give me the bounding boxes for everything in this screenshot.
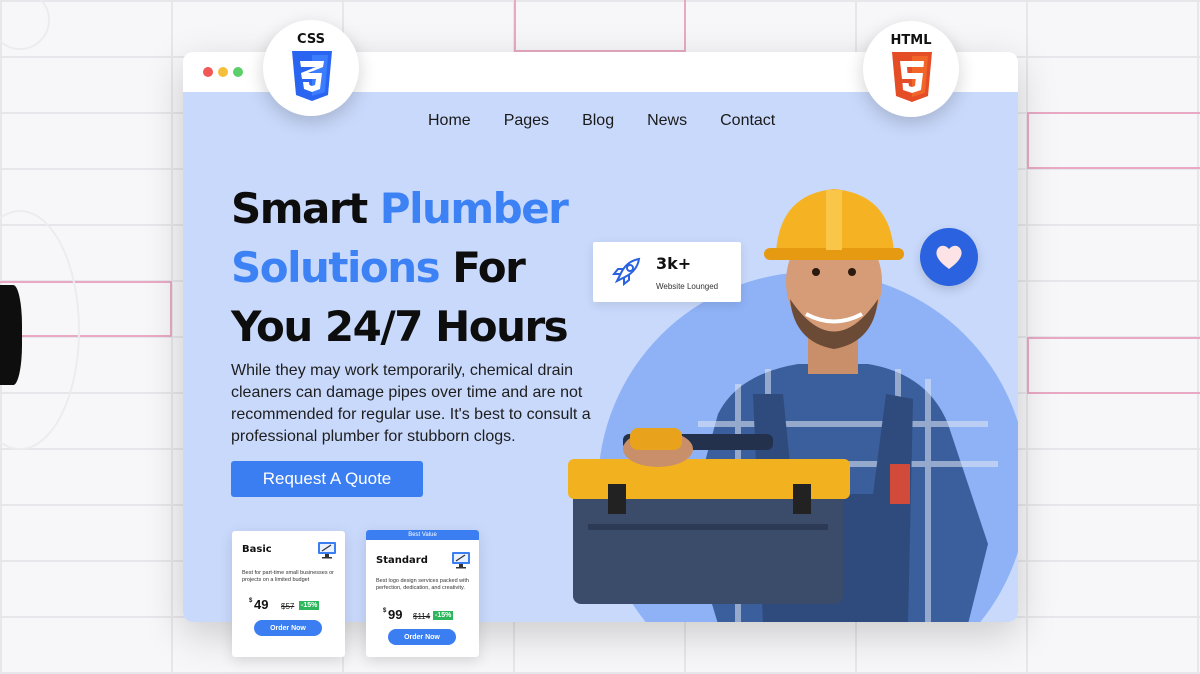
bg-highlight-cell xyxy=(1027,337,1200,394)
plan-old-price: $114 xyxy=(413,612,431,621)
design-monitor-icon xyxy=(452,552,470,569)
bg-highlight-cell xyxy=(514,0,686,52)
nav-pages[interactable]: Pages xyxy=(504,112,549,130)
nav-contact[interactable]: Contact xyxy=(720,112,775,130)
css3-icon xyxy=(292,51,332,101)
plan-price: 99 xyxy=(388,607,403,622)
headline-hours: You 24/7 Hours xyxy=(231,302,569,351)
plan-currency: $ xyxy=(383,608,387,614)
maximize-dot[interactable] xyxy=(233,67,243,77)
css-label: CSS xyxy=(297,32,325,47)
plan-currency: $ xyxy=(249,598,253,604)
headline-solutions: Solutions xyxy=(231,243,441,292)
plan-price: 49 xyxy=(254,597,269,612)
request-quote-button[interactable]: Request A Quote xyxy=(231,461,423,497)
favorite-button[interactable] xyxy=(920,228,978,286)
order-now-button[interactable]: Order Now xyxy=(254,620,322,636)
bg-highlight-cell xyxy=(1027,112,1200,169)
bg-dark-shape xyxy=(0,285,22,385)
plan-title: Basic xyxy=(242,544,272,555)
plan-discount-badge: -15% xyxy=(433,611,454,620)
rocket-icon xyxy=(611,257,641,287)
minimize-dot[interactable] xyxy=(218,67,228,77)
nav-news[interactable]: News xyxy=(647,112,687,130)
plan-description: Best logo design services packed with pe… xyxy=(376,578,469,591)
close-dot[interactable] xyxy=(203,67,213,77)
nav-blog[interactable]: Blog xyxy=(582,112,614,130)
plan-description: Best for part-time small businesses or p… xyxy=(242,570,335,583)
plan-old-price: $57 xyxy=(281,602,295,611)
hero-headline: Smart Plumber Solutions For You 24/7 Hou… xyxy=(231,179,569,356)
plan-title: Standard xyxy=(376,555,428,566)
headline-for: For xyxy=(452,243,526,292)
nav-home[interactable]: Home xyxy=(428,112,471,130)
plan-discount-badge: -15% xyxy=(299,601,320,610)
stat-value: 3k+ xyxy=(656,254,692,273)
headline-smart: Smart xyxy=(231,184,368,233)
css-badge: CSS xyxy=(263,20,359,116)
headline-plumber: Plumber xyxy=(379,184,569,233)
hero-description: While they may work temporarily, chemica… xyxy=(231,362,591,445)
html-badge: HTML xyxy=(863,21,959,117)
order-now-button[interactable]: Order Now xyxy=(388,629,456,645)
html-label: HTML xyxy=(890,33,932,48)
pricing-card-standard: Best Value Standard Best logo design ser… xyxy=(366,530,479,657)
heart-icon xyxy=(936,245,962,269)
main-nav: Home Pages Blog News Contact xyxy=(428,112,775,130)
best-value-badge: Best Value xyxy=(366,530,479,540)
pricing-card-basic: Basic Best for part-time small businesse… xyxy=(232,531,345,657)
design-monitor-icon xyxy=(318,542,336,559)
html5-icon xyxy=(892,52,932,102)
stat-card: 3k+ Website Lounged xyxy=(593,242,741,302)
stat-label: Website Lounged xyxy=(656,282,719,291)
